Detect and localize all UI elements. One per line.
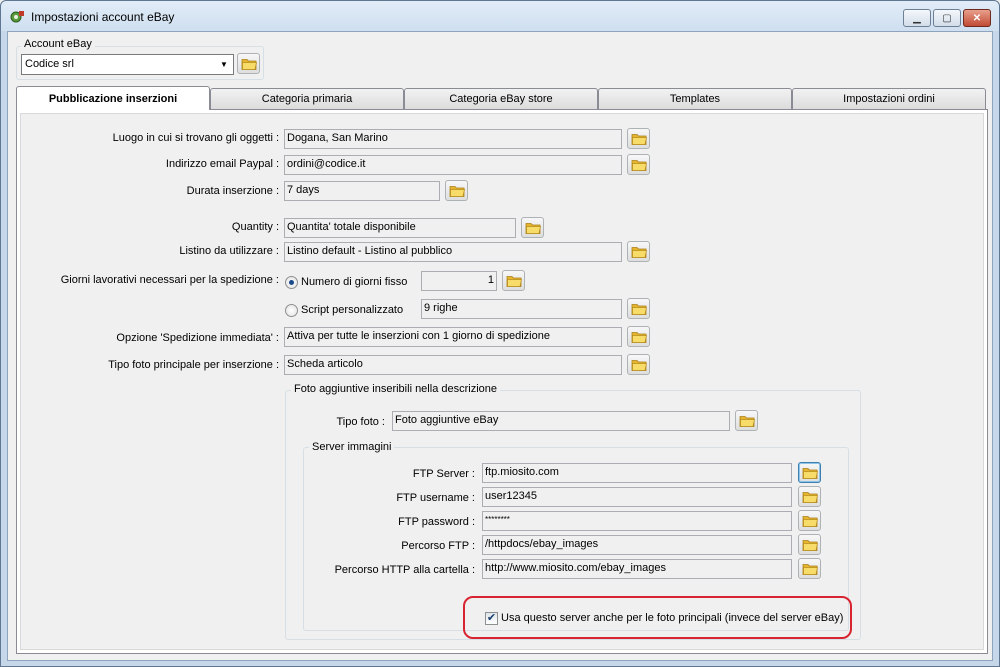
tab-label: Impostazioni ordini bbox=[843, 93, 935, 105]
title-bar[interactable]: Impostazioni account eBay ▁ ▢ ✕ bbox=[1, 1, 999, 31]
folder-icon bbox=[802, 538, 818, 552]
minimize-button[interactable]: ▁ bbox=[903, 9, 931, 27]
radio-giorni-fisso-label: Numero di giorni fisso bbox=[301, 276, 408, 288]
chevron-down-icon: ▼ bbox=[220, 60, 228, 69]
use-server-checkbox[interactable]: ✔ bbox=[485, 612, 498, 625]
spedizione-folder-button[interactable] bbox=[627, 326, 650, 347]
spedizione-label: Opzione 'Spedizione immediata' : bbox=[116, 332, 279, 344]
tab-label: Templates bbox=[669, 93, 721, 105]
percorso-http-label: Percorso HTTP alla cartella : bbox=[334, 564, 475, 576]
tipo-foto-label: Tipo foto : bbox=[336, 416, 385, 428]
use-server-checkbox-label: Usa questo server anche per le foto prin… bbox=[501, 612, 844, 624]
ftp-server-label: FTP Server : bbox=[412, 468, 475, 480]
durata-field[interactable]: 7 days bbox=[284, 181, 440, 201]
ftp-server-field[interactable]: ftp.miosito.com bbox=[482, 463, 792, 483]
account-select-value: Codice srl bbox=[25, 58, 74, 70]
foto-principale-field[interactable]: Scheda articolo bbox=[284, 355, 622, 375]
tipo-foto-field[interactable]: Foto aggiuntive eBay bbox=[392, 411, 730, 431]
folder-icon bbox=[631, 330, 647, 344]
folder-icon bbox=[802, 466, 818, 480]
giorni-fisso-folder-button[interactable] bbox=[502, 270, 525, 291]
foto-aggiuntive-group-label: Foto aggiuntive inseribili nella descriz… bbox=[291, 383, 501, 395]
server-immagini-group-label: Server immagini bbox=[309, 441, 395, 453]
account-group-label: Account eBay bbox=[21, 38, 95, 50]
percorso-ftp-field[interactable]: /httpdocs/ebay_images bbox=[482, 535, 792, 555]
paypal-label: Indirizzo email Paypal : bbox=[165, 158, 279, 170]
ftp-username-folder-button[interactable] bbox=[798, 486, 821, 507]
tab-categoria-ebay-store[interactable]: Categoria eBay store bbox=[404, 88, 598, 109]
close-icon: ✕ bbox=[972, 12, 982, 24]
ftp-server-folder-button[interactable] bbox=[798, 462, 821, 483]
percorso-ftp-folder-button[interactable] bbox=[798, 534, 821, 555]
ftp-password-field[interactable]: ******** bbox=[482, 511, 792, 531]
script-field[interactable]: 9 righe bbox=[421, 299, 622, 319]
listino-field[interactable]: Listino default - Listino al pubblico bbox=[284, 242, 622, 262]
foto-principale-folder-button[interactable] bbox=[627, 354, 650, 375]
percorso-http-field[interactable]: http://www.miosito.com/ebay_images bbox=[482, 559, 792, 579]
giorni-fisso-field[interactable]: 1 bbox=[421, 271, 497, 291]
tab-label: Pubblicazione inserzioni bbox=[48, 93, 178, 105]
folder-icon bbox=[631, 132, 647, 146]
minimize-icon: ▁ bbox=[913, 12, 921, 24]
folder-icon bbox=[802, 514, 818, 528]
luogo-label: Luogo in cui si trovano gli oggetti : bbox=[112, 132, 279, 144]
ftp-username-label: FTP username : bbox=[396, 492, 475, 504]
folder-icon bbox=[631, 245, 647, 259]
folder-icon bbox=[802, 562, 818, 576]
giorni-label: Giorni lavorativi necessari per la spedi… bbox=[60, 274, 279, 286]
durata-folder-button[interactable] bbox=[445, 180, 468, 201]
folder-icon bbox=[506, 274, 522, 288]
app-icon bbox=[10, 11, 24, 23]
quantity-field[interactable]: Quantita' totale disponibile bbox=[284, 218, 516, 238]
tipo-foto-folder-button[interactable] bbox=[735, 410, 758, 431]
radio-script-personalizzato[interactable] bbox=[285, 304, 298, 317]
tab-templates[interactable]: Templates bbox=[598, 88, 792, 109]
tab-impostazioni-ordini[interactable]: Impostazioni ordini bbox=[792, 88, 986, 109]
radio-giorni-fisso[interactable] bbox=[285, 276, 298, 289]
settings-window: Impostazioni account eBay ▁ ▢ ✕ Account … bbox=[0, 0, 1000, 667]
ftp-username-field[interactable]: user12345 bbox=[482, 487, 792, 507]
close-button[interactable]: ✕ bbox=[963, 9, 991, 27]
luogo-folder-button[interactable] bbox=[627, 128, 650, 149]
account-folder-button[interactable] bbox=[237, 53, 260, 74]
foto-principale-label: Tipo foto principale per inserzione : bbox=[108, 359, 279, 371]
ftp-password-folder-button[interactable] bbox=[798, 510, 821, 531]
quantity-folder-button[interactable] bbox=[521, 217, 544, 238]
maximize-icon: ▢ bbox=[942, 12, 952, 24]
folder-icon bbox=[631, 302, 647, 316]
luogo-field[interactable]: Dogana, San Marino bbox=[284, 129, 622, 149]
spedizione-field[interactable]: Attiva per tutte le inserzioni con 1 gio… bbox=[284, 327, 622, 347]
script-folder-button[interactable] bbox=[627, 298, 650, 319]
listino-folder-button[interactable] bbox=[627, 241, 650, 262]
durata-label: Durata inserzione : bbox=[186, 185, 279, 197]
folder-icon bbox=[631, 358, 647, 372]
tab-label: Categoria primaria bbox=[261, 93, 353, 105]
folder-icon bbox=[449, 184, 465, 198]
maximize-button[interactable]: ▢ bbox=[933, 9, 961, 27]
percorso-http-folder-button[interactable] bbox=[798, 558, 821, 579]
tab-categoria-primaria[interactable]: Categoria primaria bbox=[210, 88, 404, 109]
folder-icon bbox=[631, 158, 647, 172]
account-select[interactable]: Codice srl ▼ bbox=[21, 54, 234, 75]
paypal-email-field[interactable]: ordini@codice.it bbox=[284, 155, 622, 175]
quantity-label: Quantity : bbox=[231, 221, 279, 233]
tab-pubblicazione-inserzioni[interactable]: Pubblicazione inserzioni bbox=[16, 86, 210, 110]
paypal-folder-button[interactable] bbox=[627, 154, 650, 175]
window-title: Impostazioni account eBay bbox=[31, 10, 175, 24]
percorso-ftp-label: Percorso FTP : bbox=[401, 540, 475, 552]
folder-icon bbox=[241, 57, 257, 71]
tab-label: Categoria eBay store bbox=[449, 93, 553, 105]
ftp-password-label: FTP password : bbox=[398, 516, 475, 528]
folder-icon bbox=[525, 221, 541, 235]
radio-script-label: Script personalizzato bbox=[301, 304, 404, 316]
listino-label: Listino da utilizzare : bbox=[179, 245, 279, 257]
folder-icon bbox=[739, 414, 755, 428]
folder-icon bbox=[802, 490, 818, 504]
